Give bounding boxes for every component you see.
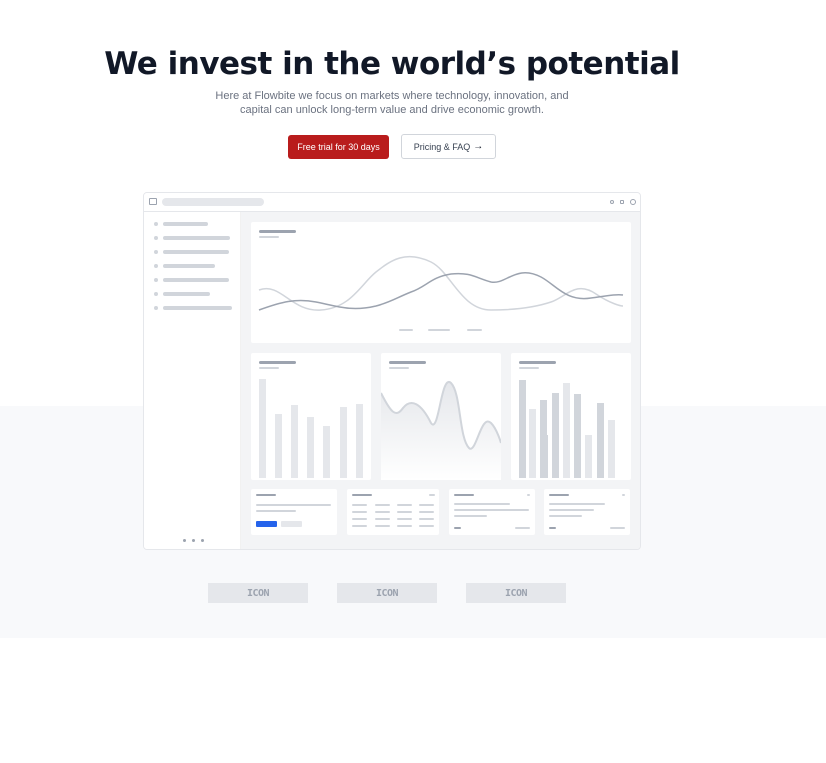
mockup-bell-icon <box>610 200 614 204</box>
mockup-sidebar-item <box>154 222 208 226</box>
partner-logo-placeholder: ICON <box>337 583 437 603</box>
mockup-sidebar-item <box>154 236 230 240</box>
mockup-browser-bar <box>144 193 640 212</box>
mockup-table-card <box>347 489 439 535</box>
mockup-form-card <box>251 489 337 535</box>
mockup-sidebar-more-dots <box>183 539 204 542</box>
dashboard-mockup-illustration <box>143 192 641 550</box>
mockup-sidebar-item <box>154 250 229 254</box>
free-trial-button-label: Free trial for 30 days <box>297 142 380 152</box>
pricing-faq-button[interactable]: Pricing & FAQ → <box>401 134 496 159</box>
mockup-sidebar-item <box>154 292 210 296</box>
mockup-grid-icon <box>620 200 624 204</box>
mockup-list-card <box>449 489 535 535</box>
mockup-sidebar-item <box>154 278 229 282</box>
arrow-right-icon: → <box>473 141 484 152</box>
mockup-sidebar <box>144 212 241 549</box>
hero-title: We invest in the world’s potential <box>104 46 680 82</box>
hero-subtitle: Here at Flowbite we focus on markets whe… <box>215 90 569 116</box>
mockup-address-bar <box>162 198 264 206</box>
free-trial-button[interactable]: Free trial for 30 days <box>288 135 389 159</box>
mockup-bar-chart-card <box>511 353 631 480</box>
mockup-avatar-icon <box>630 199 636 205</box>
mockup-main-area <box>241 212 640 549</box>
mockup-area-chart-card <box>381 353 501 480</box>
partner-logo-placeholder: ICON <box>208 583 308 603</box>
pricing-faq-button-label: Pricing & FAQ <box>413 141 471 152</box>
mockup-window-icon <box>149 198 157 205</box>
page: We invest in the world’s potential Here … <box>0 0 826 763</box>
partner-logo-placeholder: ICON <box>466 583 566 603</box>
mockup-line-chart-card <box>251 222 631 343</box>
mockup-sidebar-item <box>154 264 215 268</box>
mockup-sidebar-item <box>154 306 232 310</box>
mockup-line-chart <box>258 255 624 331</box>
mockup-list-card <box>544 489 630 535</box>
mockup-bar-chart-card <box>251 353 371 480</box>
